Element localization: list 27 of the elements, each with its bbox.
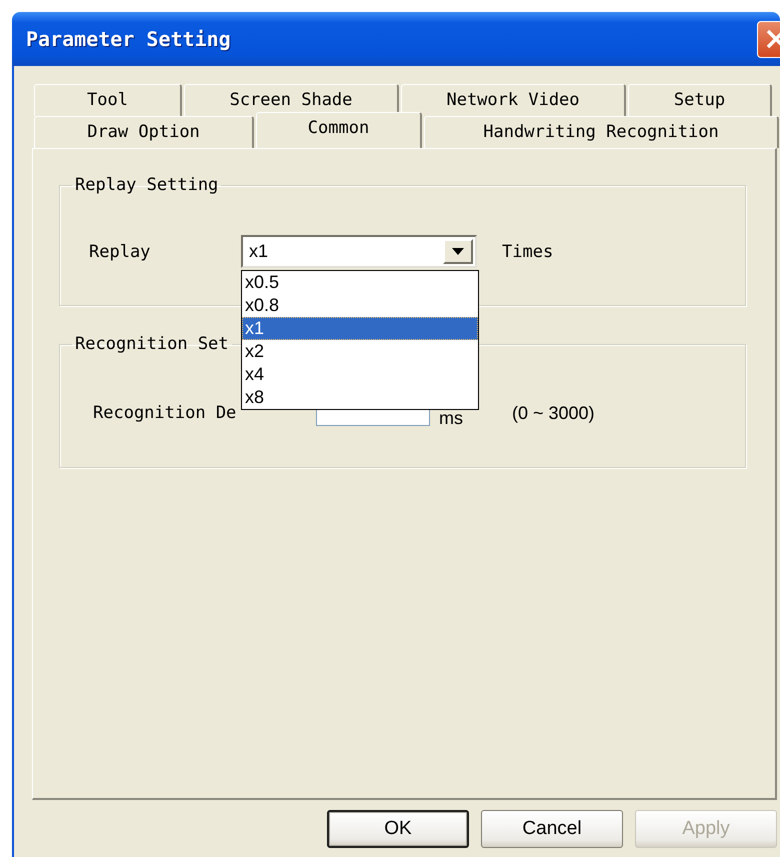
- group-title: Recognition Set: [74, 334, 230, 354]
- tab[interactable]: Network Video: [401, 84, 626, 116]
- dialog-button[interactable]: OK: [327, 810, 469, 848]
- window-title: Parameter Setting: [26, 27, 231, 51]
- unit-label: Times: [502, 242, 554, 262]
- dialog-button[interactable]: Cancel: [481, 810, 623, 848]
- tab[interactable]: Setup: [628, 84, 772, 116]
- unit-label: ms: [439, 408, 463, 428]
- replay-dropdown[interactable]: x1: [241, 235, 477, 268]
- dropdown-option[interactable]: x8: [242, 386, 478, 409]
- dropdown-option[interactable]: x1: [242, 317, 478, 340]
- tab[interactable]: Tool: [34, 84, 182, 116]
- group-title: Replay Setting: [74, 175, 220, 195]
- tab[interactable]: Draw Option: [34, 116, 254, 148]
- tab[interactable]: Screen Shade: [184, 84, 399, 116]
- close-icon: [764, 28, 780, 50]
- field-label: Recognition De: [93, 403, 238, 423]
- tab[interactable]: Common: [256, 112, 422, 148]
- tab[interactable]: Handwriting Recognition: [424, 116, 779, 148]
- dropdown-option[interactable]: x4: [242, 363, 478, 386]
- caret-icon: [452, 248, 464, 255]
- dropdown-option[interactable]: x2: [242, 340, 478, 363]
- field-label: Replay: [89, 242, 152, 262]
- range-hint: (0 ~ 3000): [512, 402, 595, 424]
- dropdown-option[interactable]: x0.8: [242, 294, 478, 317]
- dropdown-option[interactable]: x0.5: [242, 271, 478, 294]
- dropdown-button[interactable]: [443, 239, 473, 264]
